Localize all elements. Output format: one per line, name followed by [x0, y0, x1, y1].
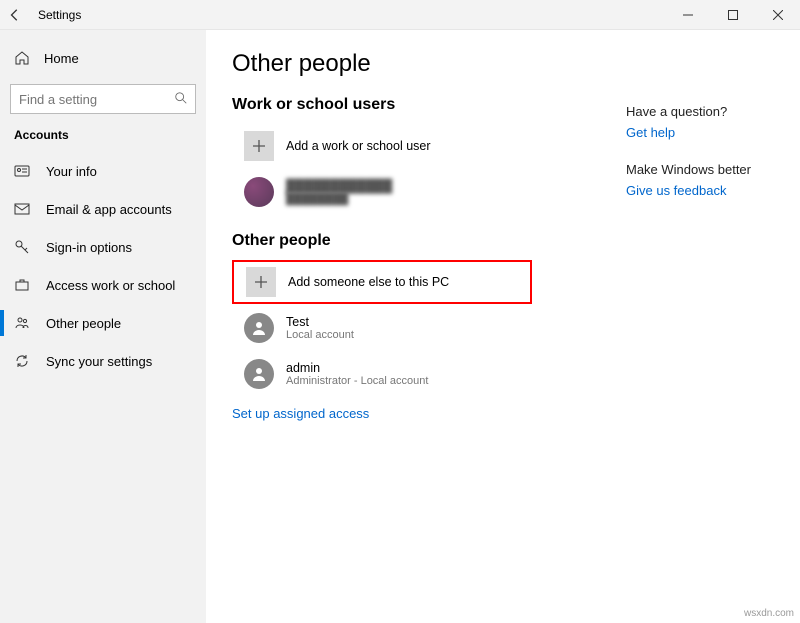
sidebar-item-email[interactable]: Email & app accounts	[0, 190, 206, 228]
user-sub: Administrator - Local account	[286, 375, 428, 387]
plus-icon	[244, 131, 274, 161]
sidebar-item-label: Sync your settings	[46, 354, 152, 369]
search-wrap	[10, 84, 196, 114]
plus-icon	[246, 267, 276, 297]
people-icon	[14, 315, 34, 331]
person-card-icon	[14, 163, 34, 179]
add-someone-button[interactable]: Add someone else to this PC	[232, 260, 532, 304]
get-help-link[interactable]: Get help	[626, 125, 776, 140]
home-button[interactable]: Home	[0, 40, 206, 76]
app-title: Settings	[38, 8, 81, 22]
add-someone-label: Add someone else to this PC	[288, 275, 449, 289]
user-sub: ████████	[286, 193, 392, 205]
person-icon	[251, 366, 267, 382]
category-title: Accounts	[0, 128, 206, 142]
maximize-icon	[728, 10, 738, 20]
maximize-button[interactable]	[710, 0, 755, 30]
add-work-label: Add a work or school user	[286, 139, 431, 153]
home-icon	[14, 50, 34, 66]
home-label: Home	[44, 51, 79, 66]
person-icon	[251, 320, 267, 336]
user-name: Test	[286, 315, 354, 329]
avatar	[244, 359, 274, 389]
user-name: ████████████	[286, 179, 392, 193]
key-icon	[14, 239, 34, 255]
assigned-access-link[interactable]: Set up assigned access	[232, 406, 369, 421]
sidebar: Home Accounts Your info Email & app acco…	[0, 30, 206, 623]
sidebar-item-sync[interactable]: Sync your settings	[0, 342, 206, 380]
sidebar-item-label: Other people	[46, 316, 121, 331]
sidebar-item-work-school[interactable]: Access work or school	[0, 266, 206, 304]
minimize-icon	[683, 10, 693, 20]
search-input[interactable]	[10, 84, 196, 114]
feedback-link[interactable]: Give us feedback	[626, 183, 776, 198]
right-column: Have a question? Get help Make Windows b…	[626, 104, 776, 220]
add-work-user-button[interactable]: Add a work or school user	[232, 124, 532, 168]
close-icon	[773, 10, 783, 20]
sidebar-item-your-info[interactable]: Your info	[0, 152, 206, 190]
work-user-row-blurred[interactable]: ████████████ ████████	[232, 170, 532, 214]
titlebar: Settings	[0, 0, 800, 30]
sidebar-item-label: Email & app accounts	[46, 202, 172, 217]
sidebar-item-other-people[interactable]: Other people	[0, 304, 206, 342]
watermark: wsxdn.com	[744, 608, 794, 619]
main-content: Other people Work or school users Add a …	[206, 30, 800, 623]
make-better-heading: Make Windows better	[626, 162, 776, 177]
user-row[interactable]: admin Administrator - Local account	[232, 352, 532, 396]
sidebar-item-label: Sign-in options	[46, 240, 132, 255]
mail-icon	[14, 201, 34, 217]
user-row[interactable]: Test Local account	[232, 306, 532, 350]
sidebar-item-label: Access work or school	[46, 278, 175, 293]
user-sub: Local account	[286, 329, 354, 341]
minimize-button[interactable]	[665, 0, 710, 30]
page-title: Other people	[232, 50, 800, 78]
have-question-heading: Have a question?	[626, 104, 776, 119]
user-name: admin	[286, 361, 428, 375]
arrow-left-icon	[8, 8, 22, 22]
sidebar-item-signin[interactable]: Sign-in options	[0, 228, 206, 266]
search-icon	[174, 91, 188, 110]
avatar	[244, 177, 274, 207]
sidebar-item-label: Your info	[46, 164, 97, 179]
briefcase-icon	[14, 277, 34, 293]
close-button[interactable]	[755, 0, 800, 30]
back-button[interactable]	[0, 0, 30, 30]
section-other-title: Other people	[232, 232, 800, 250]
sync-icon	[14, 353, 34, 369]
avatar	[244, 313, 274, 343]
